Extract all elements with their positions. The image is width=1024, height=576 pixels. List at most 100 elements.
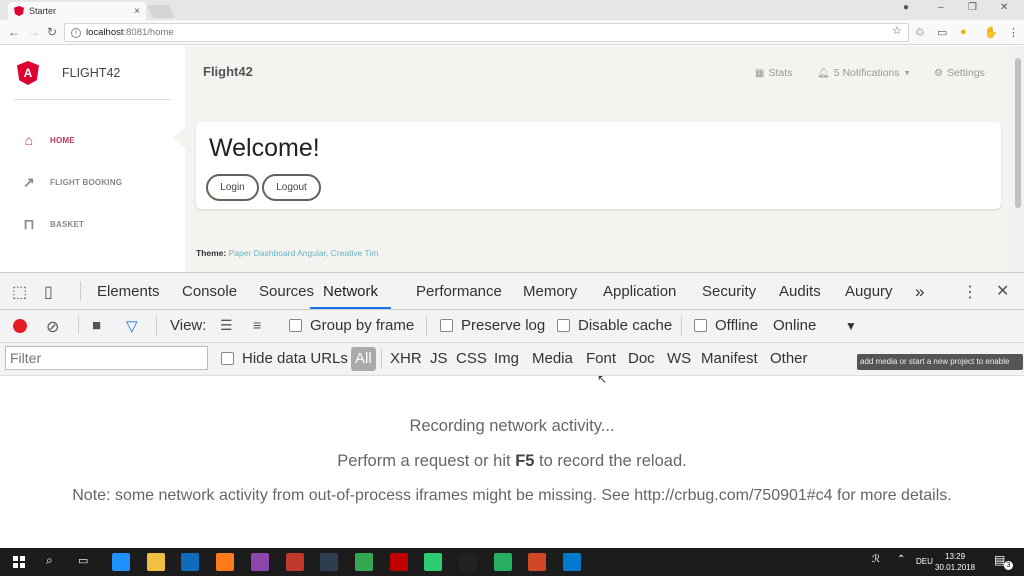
extension-coin-icon[interactable]: ● (960, 26, 967, 38)
disable-cache-checkbox[interactable]: Disable cache (557, 317, 672, 334)
brand-name[interactable]: FLIGHT42 (62, 66, 120, 80)
hide-data-urls-checkbox[interactable]: Hide data URLs (221, 350, 348, 367)
clear-icon[interactable]: ⊘ (46, 317, 59, 337)
tab-close-icon[interactable]: × (134, 6, 140, 17)
checkbox-box[interactable] (289, 319, 302, 332)
type-filter-media[interactable]: Media (532, 350, 573, 367)
type-filter-img[interactable]: Img (494, 350, 519, 367)
filezilla-taskbar-icon[interactable] (390, 553, 408, 571)
tab-security[interactable]: Security (702, 273, 756, 309)
visual-studio-taskbar-icon[interactable] (251, 553, 269, 571)
chrome-taskbar-icon[interactable] (355, 553, 373, 571)
bookmark-star-icon[interactable]: ☆ (892, 24, 902, 37)
type-filter-manifest[interactable]: Manifest (701, 350, 758, 367)
explorer-taskbar-icon[interactable] (147, 553, 165, 571)
profile-icon[interactable]: ● (903, 2, 909, 13)
checkbox-box[interactable] (440, 319, 453, 332)
screenshot-camera-icon[interactable]: ■ (92, 317, 101, 334)
browser-toolbar: ← → ↻ i localhost :8081/home ☆ ♲ ▭ ● ✋ ⋮ (0, 20, 1024, 45)
window-close-icon[interactable]: ✕ (1000, 2, 1008, 13)
tab-augury[interactable]: Augury (845, 273, 893, 309)
throttling-select[interactable]: Online (773, 317, 816, 334)
type-filter-js[interactable]: JS (430, 350, 448, 367)
powerpoint-taskbar-icon[interactable] (528, 553, 546, 571)
filter-input[interactable] (5, 346, 208, 370)
devtools-close-icon[interactable]: ✕ (996, 281, 1009, 301)
large-rows-icon[interactable]: ☰ (220, 317, 233, 334)
filezilla-like-taskbar-icon[interactable] (286, 553, 304, 571)
waterfall-icon[interactable]: ≡ (253, 317, 261, 333)
browser-tab[interactable]: Starter × (8, 2, 146, 20)
clock[interactable]: 13:29 30.01.2018 (935, 551, 975, 573)
preserve-log-checkbox[interactable]: Preserve log (440, 317, 545, 334)
logout-button[interactable]: Logout (262, 174, 321, 201)
theme-link[interactable]: Paper Dashboard Angular, Creative Tim (229, 248, 379, 258)
type-filter-other[interactable]: Other (770, 350, 808, 367)
cast-icon[interactable]: ▭ (937, 26, 947, 39)
extension-hand-icon[interactable]: ✋ (984, 26, 998, 39)
sidebar-item-home[interactable]: ⌂ HOME (20, 132, 75, 148)
tab-network[interactable]: Network (310, 273, 392, 309)
outlook-taskbar-icon[interactable] (181, 553, 199, 571)
page-scrollbar[interactable] (1012, 46, 1024, 272)
record-icon[interactable] (13, 319, 27, 333)
inspect-element-icon[interactable]: ⬚ (12, 282, 27, 302)
vscode-taskbar-icon[interactable] (563, 553, 581, 571)
people-icon[interactable]: ℛ (872, 554, 880, 565)
checkbox-box[interactable] (694, 319, 707, 332)
task-view-icon[interactable]: ▭ (78, 554, 88, 567)
nav-notifications[interactable]: 🔔︎ 5 Notifications ▼ (817, 67, 911, 79)
tray-chevron-icon[interactable]: ⌃ (897, 554, 905, 565)
search-icon[interactable]: ⌕ (46, 553, 53, 568)
sourcetree-taskbar-icon[interactable] (424, 553, 442, 571)
checkbox-box[interactable] (557, 319, 570, 332)
angular-logo-icon: A (17, 61, 39, 85)
chrome-menu-icon[interactable]: ⋮ (1008, 26, 1019, 39)
more-tabs-icon[interactable]: » (915, 273, 924, 309)
tab-elements[interactable]: Elements (97, 273, 160, 309)
nav-stats[interactable]: ▦ Stats (755, 67, 792, 79)
mouse-cursor-icon: ↖ (597, 372, 608, 386)
offline-checkbox[interactable]: Offline (694, 317, 758, 334)
terminal-taskbar-icon[interactable] (459, 553, 477, 571)
tab-performance[interactable]: Performance (416, 273, 502, 309)
new-tab-button[interactable] (146, 5, 176, 18)
tab-audits[interactable]: Audits (779, 273, 821, 309)
type-filter-font[interactable]: Font (586, 350, 616, 367)
tab-application[interactable]: Application (603, 273, 676, 309)
tab-console[interactable]: Console (182, 273, 237, 309)
git-app-taskbar-icon[interactable] (494, 553, 512, 571)
type-filter-all[interactable]: All (351, 347, 376, 371)
scrollbar-thumb[interactable] (1015, 58, 1021, 208)
devtools-menu-icon[interactable]: ⋮ (962, 282, 978, 302)
info-icon[interactable]: i (71, 27, 81, 38)
tab-sources[interactable]: Sources (259, 273, 314, 309)
throttling-dropdown-icon[interactable]: ▼ (845, 319, 857, 333)
login-button[interactable]: Login (206, 174, 259, 201)
minimize-icon[interactable]: – (938, 2, 944, 13)
sidebar-item-flight-booking[interactable]: ↗ FLIGHT BOOKING (20, 174, 122, 191)
reload-icon[interactable]: ↻ (47, 25, 57, 39)
type-filter-ws[interactable]: WS (667, 350, 691, 367)
firefox-taskbar-icon[interactable] (216, 553, 234, 571)
url-field[interactable]: i localhost :8081/home (64, 23, 909, 42)
tab-memory[interactable]: Memory (523, 273, 577, 309)
group-by-frame-checkbox[interactable]: Group by frame (289, 317, 414, 334)
nav-settings[interactable]: ⚙ Settings (934, 67, 985, 79)
device-toolbar-icon[interactable]: ▯ (44, 282, 53, 302)
language-indicator[interactable]: DEU (916, 557, 933, 566)
checkbox-box[interactable] (221, 352, 234, 365)
type-filter-css[interactable]: CSS (456, 350, 487, 367)
type-filter-xhr[interactable]: XHR (390, 350, 422, 367)
restore-icon[interactable]: ❐ (968, 2, 977, 13)
webstorm-taskbar-icon[interactable] (320, 553, 338, 571)
edge-taskbar-icon[interactable] (112, 553, 130, 571)
windows-start-icon[interactable] (13, 556, 25, 568)
forward-icon[interactable]: → (28, 25, 40, 39)
toolbar-separator (426, 316, 427, 336)
back-icon[interactable]: ← (8, 25, 20, 39)
extension-recycle-icon[interactable]: ♲ (915, 26, 925, 39)
sidebar-item-basket[interactable]: ⊓ BASKET (20, 216, 84, 233)
filter-funnel-icon[interactable]: ▽ (126, 317, 138, 335)
type-filter-doc[interactable]: Doc (628, 350, 655, 367)
